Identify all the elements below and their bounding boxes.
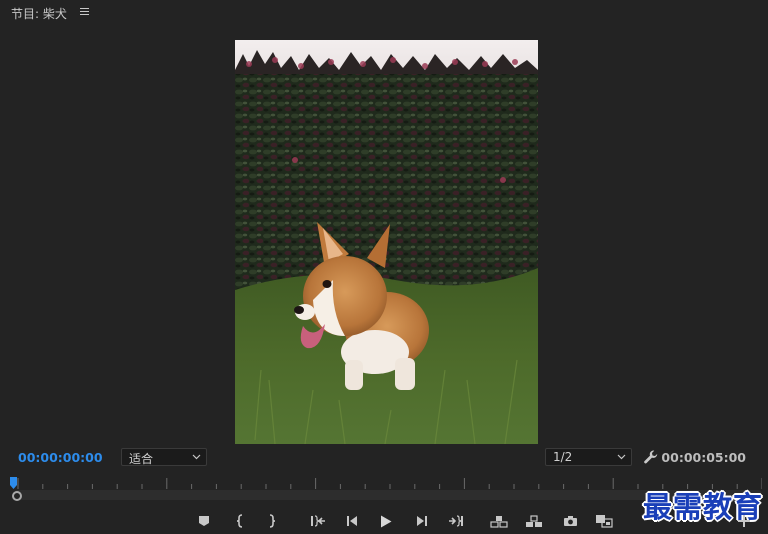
mark-in-button[interactable]	[230, 512, 250, 530]
wrench-icon[interactable]	[643, 449, 659, 465]
zoom-level-value: 适合	[129, 452, 154, 466]
step-back-button[interactable]	[342, 512, 362, 530]
compare-view-button[interactable]	[594, 512, 614, 530]
go-to-out-icon	[449, 515, 463, 527]
plus-icon[interactable]	[738, 515, 750, 527]
corgi-photo	[235, 40, 538, 444]
mark-out-icon	[269, 514, 276, 528]
step-forward-button[interactable]	[412, 512, 432, 530]
export-frame-button[interactable]	[560, 512, 580, 530]
play-icon	[381, 515, 392, 527]
playback-resolution-value: 1/2	[553, 450, 573, 464]
go-to-out-button[interactable]	[446, 512, 466, 530]
duration-timecode: 00:00:05:00	[661, 450, 746, 465]
lift-button[interactable]	[489, 512, 509, 530]
go-to-in-icon	[311, 515, 325, 527]
camera-icon	[563, 516, 577, 526]
mark-out-button[interactable]	[262, 512, 282, 530]
zoom-level-select[interactable]: 适合	[121, 448, 207, 466]
current-timecode[interactable]: 00:00:00:00	[18, 450, 103, 465]
go-to-in-button[interactable]	[308, 512, 328, 530]
lift-icon	[490, 515, 508, 528]
step-back-icon	[347, 516, 357, 526]
marker-icon	[199, 516, 209, 526]
hamburger-icon[interactable]	[80, 6, 90, 18]
extract-icon	[526, 514, 542, 527]
extract-button[interactable]	[524, 512, 544, 530]
chevron-down-icon	[192, 454, 201, 460]
mark-in-icon	[236, 514, 243, 528]
compare-icon	[596, 515, 613, 528]
panel-title: 节目: 柴犬	[11, 7, 67, 21]
add-marker-button[interactable]	[194, 512, 214, 530]
scrollbar-handle[interactable]	[12, 491, 22, 501]
chevron-down-icon	[617, 454, 626, 460]
playhead-icon[interactable]	[10, 477, 17, 489]
program-monitor-frame[interactable]	[235, 40, 538, 444]
playback-resolution-select[interactable]: 1/2	[545, 448, 632, 466]
panel-header: 节目: 柴犬	[0, 0, 768, 26]
play-button[interactable]	[376, 512, 396, 530]
step-forward-icon	[417, 516, 427, 526]
